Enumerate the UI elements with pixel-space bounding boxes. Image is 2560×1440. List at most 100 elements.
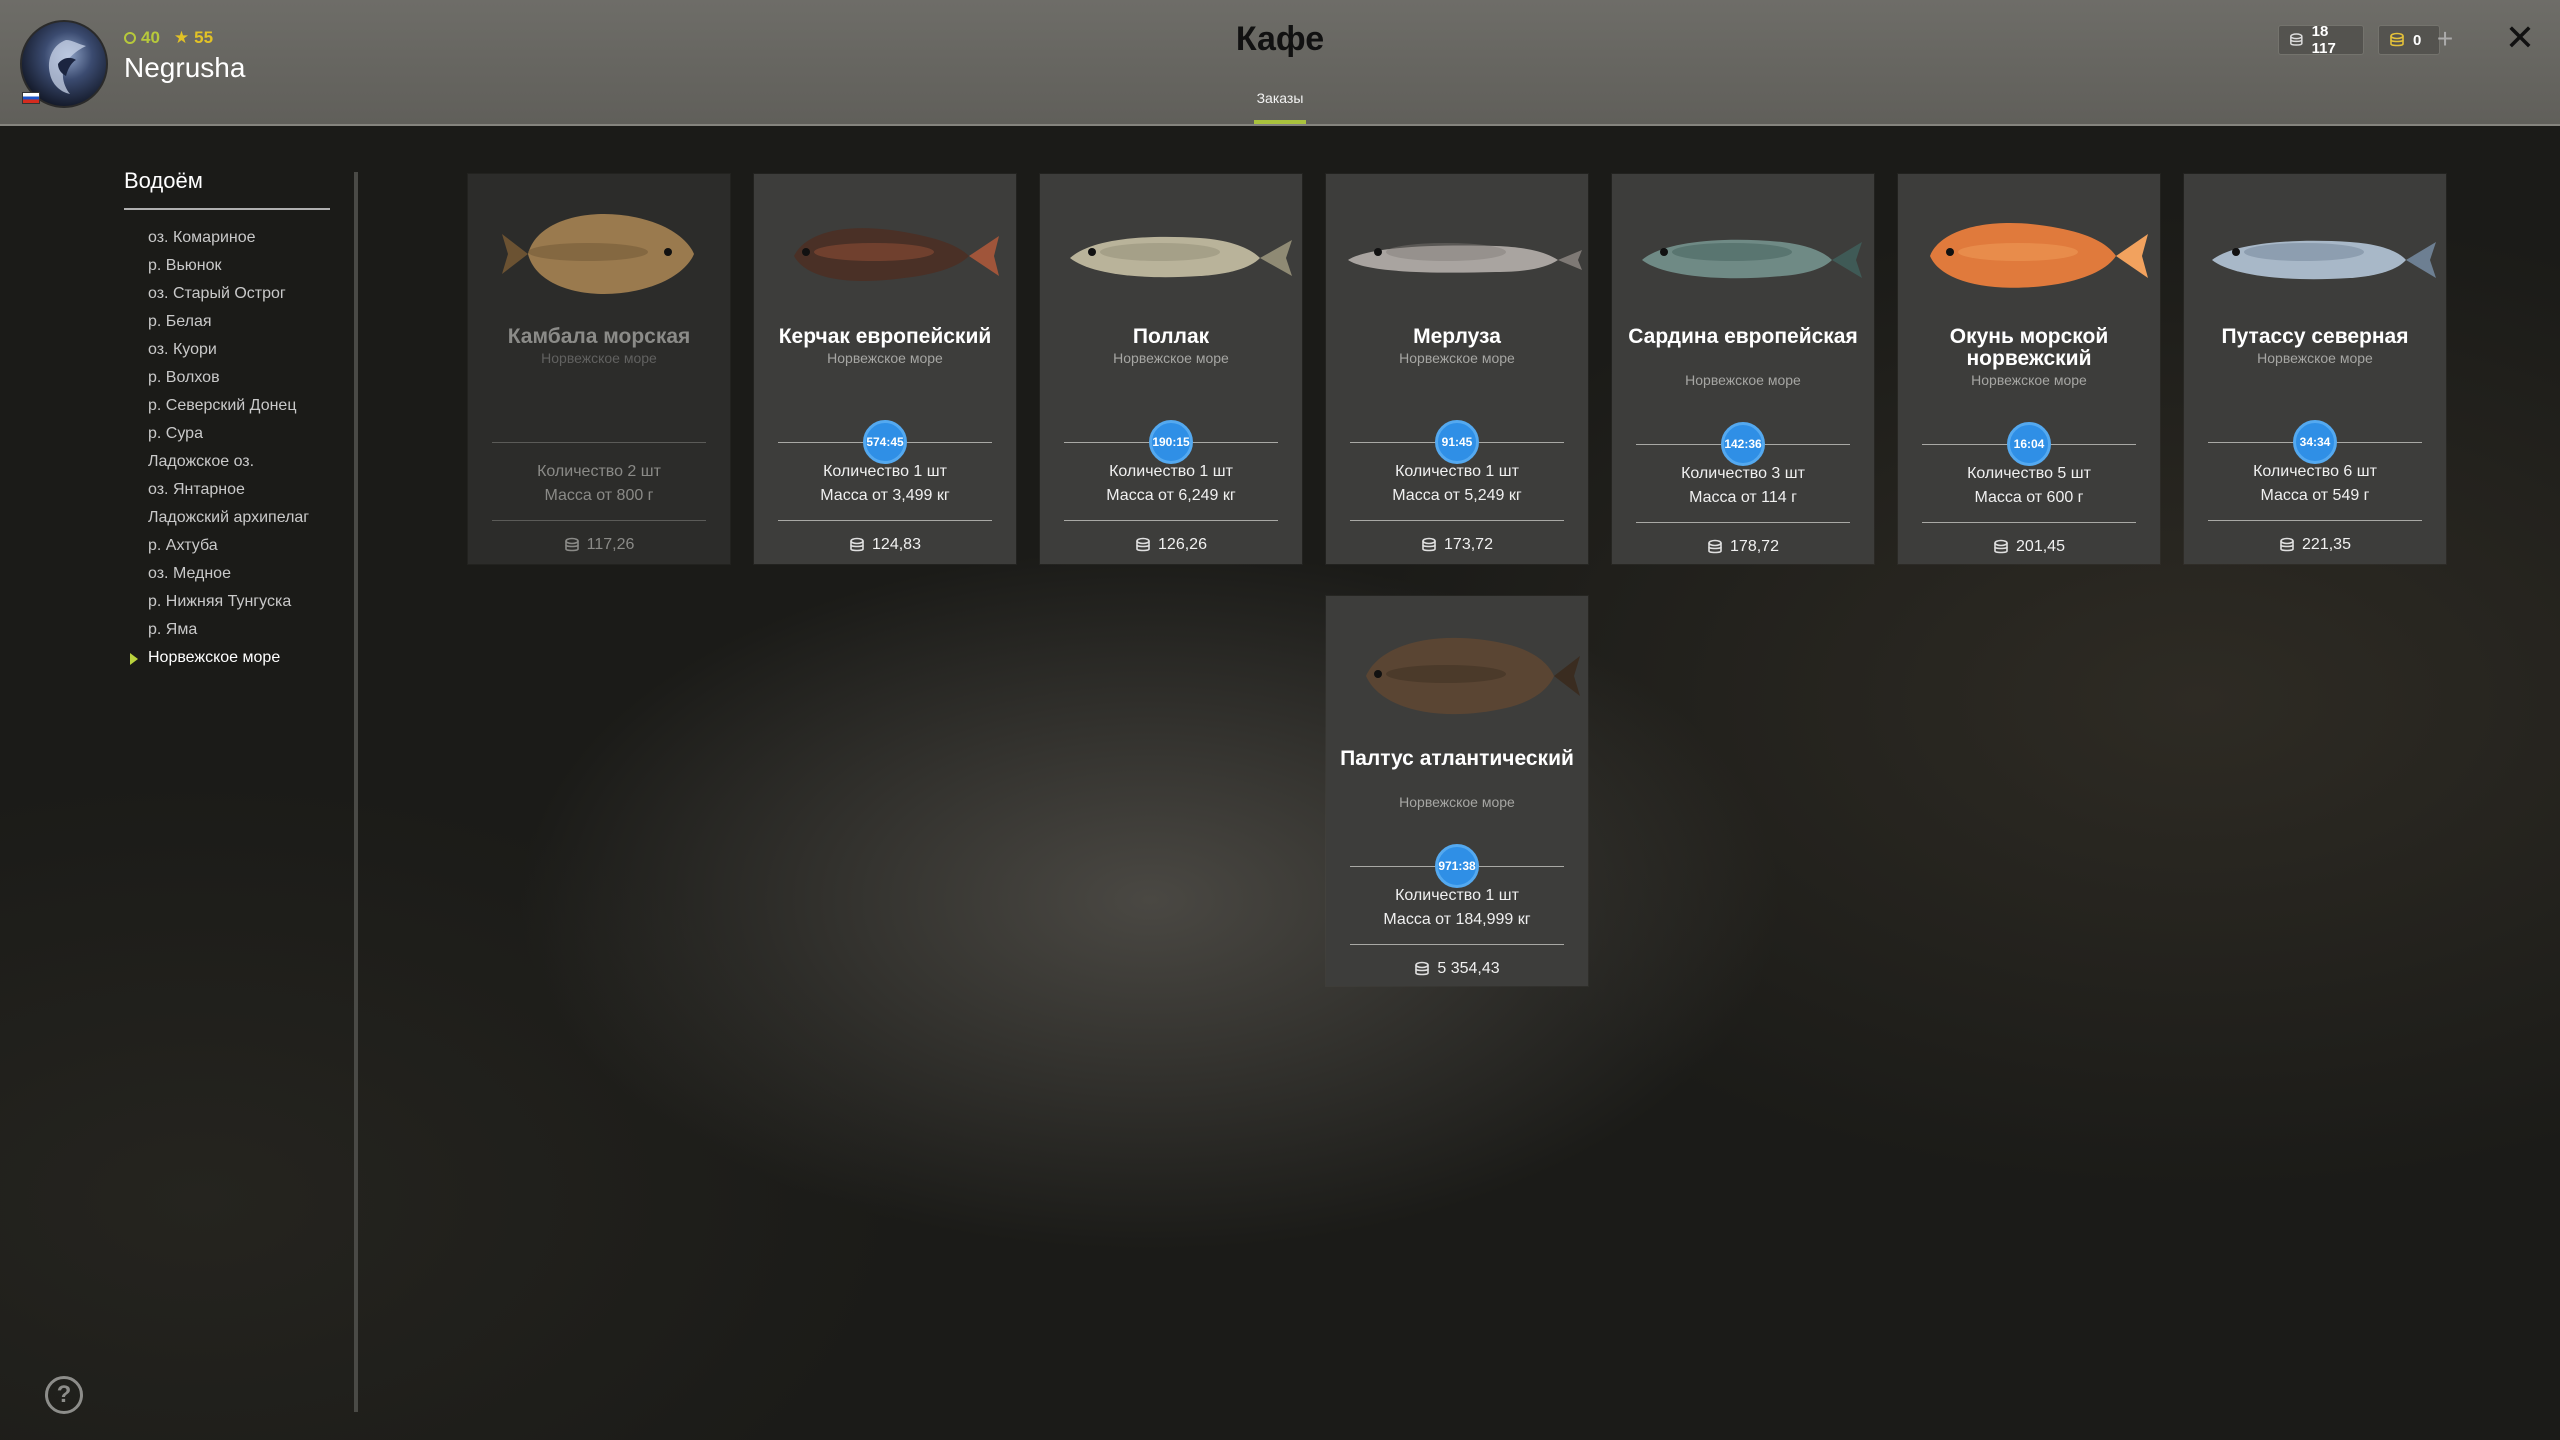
reward-price: 173,72 xyxy=(1326,536,1588,554)
sidebar-item-label: р. Ахтуба xyxy=(148,537,218,554)
halibut-fish-icon xyxy=(1366,637,1580,715)
fish-image xyxy=(1612,174,1874,334)
sidebar-item[interactable]: оз. Комариное xyxy=(124,224,360,252)
order-card[interactable]: Сардина европейская Норвежское море 142:36… xyxy=(1612,174,1874,564)
pollack-fish-icon xyxy=(1070,236,1292,278)
divider xyxy=(1350,520,1564,521)
sidebar-title: Водоём xyxy=(124,168,330,210)
silver-coins-icon xyxy=(564,537,579,552)
reward-price: 201,45 xyxy=(1898,538,2160,556)
quantity-requirement: Количество 6 шт xyxy=(2253,463,2377,480)
fish-image xyxy=(1326,596,1588,756)
timer-badge: 971:38 xyxy=(1435,844,1479,888)
fish-name: Мерлуза xyxy=(1413,325,1501,348)
reward-value: 124,83 xyxy=(872,536,921,553)
add-currency-button[interactable]: + xyxy=(2430,25,2460,55)
divider xyxy=(1350,944,1564,945)
order-card[interactable]: Мерлуза Норвежское море 91:45 Количество 1 … xyxy=(1326,174,1588,564)
order-card[interactable]: Палтус атлантический Норвежское море 971:3… xyxy=(1326,596,1588,986)
quantity-requirement: Количество 2 шт xyxy=(537,463,661,480)
sidebar-item[interactable]: р. Северский Донец xyxy=(124,392,360,420)
sidebar-item[interactable]: оз. Медное xyxy=(124,560,360,588)
sidebar-item[interactable]: Норвежское море xyxy=(124,644,360,672)
sidebar-item[interactable]: р. Волхов xyxy=(124,364,360,392)
order-card[interactable]: Путассу северная Норвежское море 34:34 Коли… xyxy=(2184,174,2446,564)
sidebar-item-label: р. Нижняя Тунгуска xyxy=(148,593,292,610)
reward-value: 117,26 xyxy=(586,536,635,553)
quantity-requirement: Количество 1 шт xyxy=(1395,887,1519,904)
divider xyxy=(2208,520,2422,521)
order-card[interactable]: Камбала морская Норвежское море Количество… xyxy=(468,174,730,564)
silver-coins-icon xyxy=(1136,537,1150,552)
sidebar-item[interactable]: Ладожское оз. xyxy=(124,448,360,476)
fish-image xyxy=(1898,174,2160,334)
fish-name: Окунь морской норвежский xyxy=(1949,325,2109,370)
reward-price: 221,35 xyxy=(2184,536,2446,554)
sardine-fish-icon xyxy=(1642,239,1862,279)
fish-location: Норвежское море xyxy=(1685,372,1801,388)
divider xyxy=(492,520,706,521)
sidebar-item[interactable]: р. Яма xyxy=(124,616,360,644)
order-card[interactable]: Поллак Норвежское море 190:15 Количество 1 … xyxy=(1040,174,1302,564)
hake-fish-icon xyxy=(1348,243,1582,273)
sidebar-item[interactable]: Ладожский архипелаг xyxy=(124,504,360,532)
divider xyxy=(1636,522,1850,523)
quantity-requirement: Количество 1 шт xyxy=(823,463,947,480)
sidebar-item[interactable]: оз. Старый Острог xyxy=(124,280,360,308)
tab-orders[interactable]: Заказы xyxy=(1230,90,1330,106)
timer-badge: 91:45 xyxy=(1435,420,1479,464)
quantity-requirement: Количество 1 шт xyxy=(1395,463,1519,480)
sidebar-item[interactable]: оз. Куори xyxy=(124,336,360,364)
fish-name: Керчак европейский xyxy=(778,325,992,348)
fish-name: Палтус атлантический xyxy=(1340,747,1574,770)
sidebar-item-label: р. Белая xyxy=(148,313,212,330)
sidebar-item[interactable]: р. Вьюнок xyxy=(124,252,360,280)
order-card[interactable]: Окунь морской норвежский Норвежское море 1… xyxy=(1898,174,2160,564)
close-button[interactable]: ✕ xyxy=(2500,18,2540,58)
sidebar-item-label: Ладожский архипелаг xyxy=(148,509,310,526)
waterbody-sidebar: Водоём оз. Комариное р. Вьюнок оз. Старый … xyxy=(124,168,360,672)
reward-value: 178,72 xyxy=(1730,538,1779,555)
sidebar-item-label: р. Сура xyxy=(148,425,203,442)
reward-value: 5 354,43 xyxy=(1437,960,1500,977)
silver-coins-icon xyxy=(2290,33,2303,46)
tab-active-indicator xyxy=(1254,120,1306,124)
sidebar-item-label: р. Яма xyxy=(148,621,198,638)
reward-value: 173,72 xyxy=(1444,536,1493,553)
sidebar-item[interactable]: р. Сура xyxy=(124,420,360,448)
sidebar-item-label: оз. Медное xyxy=(148,565,231,582)
silver-coins-icon xyxy=(2280,537,2294,552)
mass-requirement: Масса от 6,249 кг xyxy=(1106,487,1236,504)
quantity-requirement: Количество 1 шт xyxy=(1109,463,1233,480)
divider xyxy=(778,520,992,521)
timer-badge: 34:34 xyxy=(2293,420,2337,464)
sidebar-item[interactable]: р. Нижняя Тунгуска xyxy=(124,588,360,616)
sidebar-scrollbar[interactable] xyxy=(354,172,358,1412)
timer-badge: 190:15 xyxy=(1149,420,1193,464)
fish-name: Путассу северная xyxy=(2221,325,2409,348)
divider xyxy=(1064,520,1278,521)
timer-badge: 16:04 xyxy=(2007,422,2051,466)
sidebar-item[interactable]: р. Ахтуба xyxy=(124,532,360,560)
mass-requirement: Масса от 549 г xyxy=(2260,487,2370,504)
mass-requirement: Масса от 3,499 кг xyxy=(820,487,950,504)
mass-requirement: Масса от 800 г xyxy=(544,487,654,504)
help-icon[interactable]: ? xyxy=(45,1376,83,1414)
silver-coins-icon xyxy=(1994,539,2008,554)
sidebar-item-label: Ладожское оз. xyxy=(148,453,255,470)
sidebar-item-label: оз. Янтарное xyxy=(148,481,245,498)
country-flag-icon xyxy=(22,92,40,104)
order-card[interactable]: Керчак европейский Норвежское море 574:45 К… xyxy=(754,174,1016,564)
top-bar: 40 ★ 55 Negrusha Кафе Заказы 18 117 0 + … xyxy=(0,0,2560,126)
mass-requirement: Масса от 600 г xyxy=(1974,489,2084,506)
fish-location: Норвежское море xyxy=(1971,372,2087,388)
mass-requirement: Масса от 184,999 кг xyxy=(1383,911,1531,928)
fish-name: Сардина европейская xyxy=(1628,325,1858,348)
timer-badge: 142:36 xyxy=(1721,422,1765,466)
sidebar-item[interactable]: р. Белая xyxy=(124,308,360,336)
silver-coins-icon xyxy=(850,537,864,552)
sculpin-fish-icon xyxy=(794,228,999,282)
gold-coins-icon xyxy=(2390,32,2404,47)
sidebar-item[interactable]: оз. Янтарное xyxy=(124,476,360,504)
sidebar-item-label: р. Волхов xyxy=(148,369,220,386)
